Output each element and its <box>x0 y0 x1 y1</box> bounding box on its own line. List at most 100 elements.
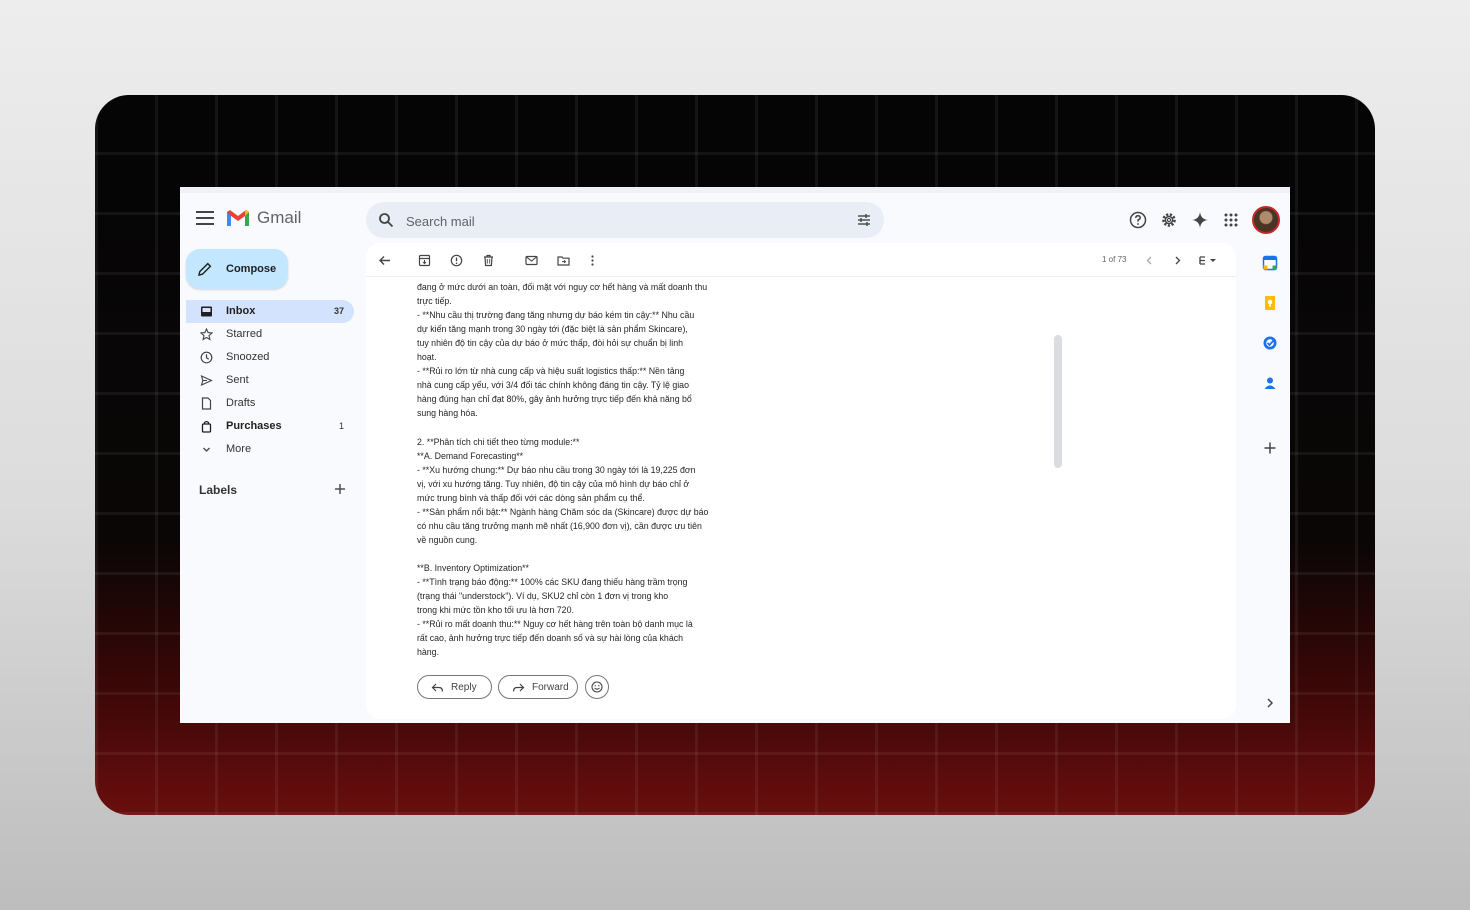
sidebar-item-label: More <box>226 443 252 455</box>
email-body: đang ở mức dưới an toàn, đối mặt với ngu… <box>417 280 747 660</box>
apps-grid-icon[interactable] <box>1222 211 1240 229</box>
star-icon <box>200 328 213 341</box>
older-chevron-right-icon[interactable] <box>1171 254 1184 267</box>
move-to-folder-icon[interactable] <box>557 254 570 267</box>
message-scrollbar[interactable] <box>1054 335 1062 468</box>
sidebar-item-snoozed[interactable]: Snoozed <box>186 346 354 369</box>
email-body-line: - **Rủi ro lớn từ nhà cung cấp và hiệu s… <box>417 366 685 377</box>
sidebar-item-drafts[interactable]: Drafts <box>186 392 354 415</box>
contacts-app-icon[interactable] <box>1262 375 1278 391</box>
email-body-line: sung hàng hóa. <box>417 408 478 419</box>
settings-gear-icon[interactable] <box>1160 211 1178 229</box>
expand-panel-chevron-icon[interactable] <box>1262 695 1278 711</box>
email-body-line: (trạng thái "understock"). Ví dụ, SKU2 c… <box>417 591 669 602</box>
forward-arrow-icon <box>512 683 525 692</box>
sidebar-item-more[interactable]: More <box>186 438 354 461</box>
search-bar[interactable] <box>366 202 884 238</box>
email-body-line: - **Nhu cầu thị trường đang tăng nhưng d… <box>417 310 695 321</box>
email-body-line: hàng đúng hạn chỉ đạt 80%, gây ảnh hưởng… <box>417 394 692 405</box>
email-body-line: tuy nhiên độ tin cậy của dự báo ở mức th… <box>417 338 683 349</box>
get-addons-plus-icon[interactable] <box>1262 440 1278 456</box>
search-input[interactable] <box>404 211 808 231</box>
pagination-label: 1 of 73 <box>1102 255 1127 264</box>
sidebar-item-label: Purchases <box>226 420 282 432</box>
clock-icon <box>200 351 213 364</box>
archive-icon[interactable] <box>418 254 431 267</box>
email-body-line: rất cao, ảnh hưởng trực tiếp đến doanh s… <box>417 633 684 644</box>
sidebar-item-label: Drafts <box>226 397 256 409</box>
reply-label: Reply <box>451 682 477 693</box>
pencil-icon <box>198 262 212 276</box>
input-tools-dropdown-icon[interactable] <box>1198 254 1218 267</box>
email-body-line: trực tiếp. <box>417 296 452 307</box>
email-body-line: nhà cung cấp yếu, với 3/4 đối tác chính … <box>417 380 689 391</box>
email-body-line <box>417 420 747 434</box>
email-body-line <box>417 547 747 561</box>
draft-icon <box>201 397 212 410</box>
calendar-app-icon[interactable] <box>1262 255 1278 271</box>
email-body-line: 2. **Phân tích chi tiết theo từng module… <box>417 436 580 447</box>
sidebar-item-sent[interactable]: Sent <box>186 369 354 392</box>
inbox-icon <box>201 306 212 317</box>
email-body-line: - **Sản phẩm nổi bật:** Ngành hàng Chăm … <box>417 506 709 517</box>
message-pane: 1 of 73 đang ở mức dưới an toàn, đối mặt… <box>366 243 1236 719</box>
gmail-logo-icon <box>227 210 249 226</box>
tasks-app-icon[interactable] <box>1262 335 1278 351</box>
emoji-reaction-button[interactable] <box>585 675 609 699</box>
sidebar-nav: Inbox 37 Starred Snoozed Sent Drafts Pur… <box>186 300 354 461</box>
unread-count: 37 <box>333 306 344 316</box>
sidebar-item-inbox[interactable]: Inbox 37 <box>186 300 354 323</box>
sidebar-item-starred[interactable]: Starred <box>186 323 354 346</box>
forward-label: Forward <box>532 682 569 693</box>
keep-app-icon[interactable] <box>1262 295 1278 311</box>
toolbar-divider <box>366 276 1236 277</box>
compose-label: Compose <box>226 263 277 275</box>
reply-button[interactable]: Reply <box>417 675 492 699</box>
email-body-line: - **Xu hướng chung:** Dự báo nhu cầu tro… <box>417 464 696 475</box>
account-avatar[interactable] <box>1252 206 1280 234</box>
create-label-plus-icon[interactable] <box>334 483 346 495</box>
bag-icon <box>201 421 212 433</box>
sidebar-item-label: Sent <box>226 374 249 386</box>
browser-strip <box>180 187 1290 193</box>
newer-chevron-left-icon[interactable] <box>1143 254 1156 267</box>
email-body-line: trong khi mức tồn kho tối ưu là hơn 720. <box>417 605 574 616</box>
email-body-line: **A. Demand Forecasting** <box>417 450 524 461</box>
reply-arrow-icon <box>431 683 444 692</box>
send-icon <box>200 375 213 386</box>
back-arrow-icon[interactable] <box>378 254 391 267</box>
email-body-line: **B. Inventory Optimization** <box>417 562 529 573</box>
report-spam-icon[interactable] <box>450 254 463 267</box>
sidebar-item-label: Starred <box>226 328 263 340</box>
chevron-down-icon <box>203 447 210 452</box>
email-body-line: đang ở mức dưới an toàn, đối mặt với ngu… <box>417 282 708 292</box>
email-body-line: - **Khuyến nghị:** Cần triển khai đặt hà… <box>417 659 747 660</box>
smiley-icon <box>591 681 603 693</box>
search-options-icon[interactable] <box>856 212 872 228</box>
email-body-line: - **Tình trạng báo động:** 100% các SKU … <box>417 576 688 587</box>
email-body-line: hoạt. <box>417 352 437 363</box>
app-name: Gmail <box>257 208 302 227</box>
unread-count: 1 <box>338 421 344 431</box>
sidebar-item-label: Snoozed <box>226 351 270 363</box>
labels-heading: Labels <box>199 483 238 497</box>
search-icon[interactable] <box>378 212 394 228</box>
sidebar-item-purchases[interactable]: Purchases 1 <box>186 415 354 438</box>
delete-trash-icon[interactable] <box>482 254 495 267</box>
email-body-line: hàng. <box>417 647 440 658</box>
gemini-sparkle-icon[interactable] <box>1191 211 1209 229</box>
more-vertical-icon[interactable] <box>586 254 599 267</box>
main-menu-icon[interactable] <box>196 211 214 225</box>
email-body-line: vị, với xu hướng tăng. Tuy nhiên, độ tin… <box>417 478 690 489</box>
help-icon[interactable] <box>1129 211 1147 229</box>
email-body-line: mức trung bình và thấp đối với các dòng … <box>417 492 645 503</box>
mark-unread-icon[interactable] <box>525 254 538 267</box>
forward-button[interactable]: Forward <box>498 675 578 699</box>
email-body-line: về nguồn cung. <box>417 534 478 545</box>
sidebar-item-label: Inbox <box>226 305 256 317</box>
email-body-line: dự kiến tăng mạnh trong 30 ngày tới (đặc… <box>417 324 688 335</box>
email-body-line: có nhu cầu tăng trưởng mạnh mẽ nhất (16,… <box>417 520 702 531</box>
email-body-line: - **Rủi ro mất doanh thu:** Nguy cơ hết … <box>417 619 693 630</box>
gmail-window: Gmail Search mail Compose Inbox 37 Starr… <box>180 187 1290 723</box>
compose-button[interactable]: Compose <box>186 249 288 289</box>
